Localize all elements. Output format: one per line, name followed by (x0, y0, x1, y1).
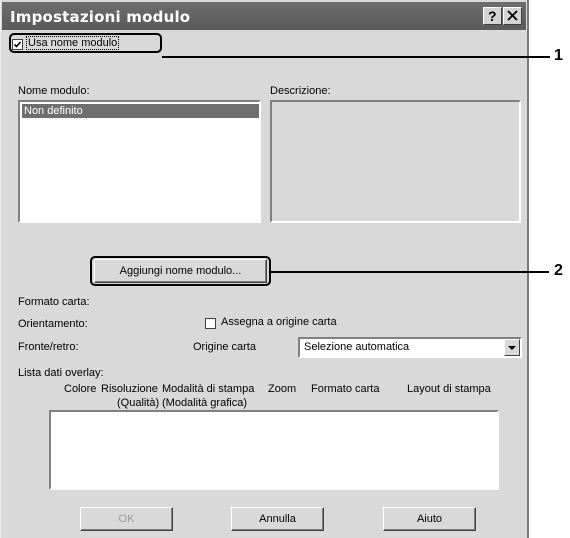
column-header-print-mode: Modalità di stampa (162, 383, 255, 395)
callout-2-line (271, 271, 549, 273)
overlay-list[interactable] (49, 410, 499, 490)
chevron-down-icon (508, 346, 516, 350)
help-text: Aiuto (416, 513, 443, 525)
column-header-resolution: Risoluzione (101, 383, 158, 395)
form-name-list[interactable]: Non definito (18, 100, 261, 223)
duplex-label: Fronte/retro: (18, 341, 79, 353)
help-button[interactable]: Aiuto (383, 507, 476, 531)
svg-text:?: ? (488, 8, 497, 24)
paper-size-label: Formato carta: (18, 296, 90, 308)
column-header-color: Colore (64, 383, 97, 395)
description-label: Descrizione: (270, 85, 331, 97)
paper-source-value: Selezione automatica (304, 341, 410, 353)
description-box (270, 100, 521, 223)
callout-1-box (9, 33, 162, 53)
assign-source-checkbox[interactable] (205, 318, 216, 329)
overlay-list-label: Lista dati overlay: (18, 367, 104, 379)
close-icon (507, 10, 518, 21)
orientation-label: Orientamento: (18, 318, 88, 330)
assign-source-label[interactable]: Assegna a origine carta (221, 316, 337, 328)
column-header-print-mode-sub: (Modalità grafica) (162, 397, 247, 409)
cancel-text: Annulla (259, 513, 296, 525)
paper-source-label: Origine carta (193, 341, 256, 353)
list-item[interactable]: Non definito (22, 104, 259, 118)
ok-text: OK (118, 513, 135, 525)
column-header-layout: Layout di stampa (407, 383, 491, 395)
window-title: Impostazioni modulo (10, 8, 191, 26)
column-header-zoom: Zoom (268, 383, 297, 395)
title-bar[interactable]: Impostazioni modulo ? (2, 2, 526, 30)
callout-2-box (90, 256, 271, 286)
dropdown-button[interactable] (504, 339, 520, 356)
column-header-resolution-sub: (Qualità) (117, 397, 160, 409)
column-header-paper-size: Formato carta (311, 383, 380, 395)
form-name-label: Nome modulo: (18, 85, 90, 97)
question-icon: ? (488, 8, 497, 24)
callout-2-number: 2 (554, 262, 563, 279)
paper-source-select[interactable]: Selezione automatica (298, 337, 522, 358)
close-button[interactable] (503, 7, 522, 25)
callout-1-line (162, 56, 550, 58)
callout-1-number: 1 (554, 47, 563, 64)
help-title-button[interactable]: ? (483, 7, 502, 25)
ok-button[interactable]: OK (80, 507, 173, 531)
cancel-button[interactable]: Annulla (231, 507, 324, 531)
